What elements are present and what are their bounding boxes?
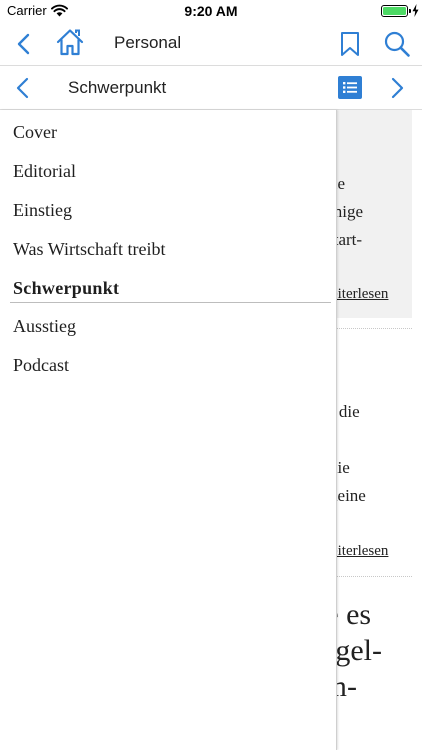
next-section-chevron-icon[interactable] bbox=[386, 76, 410, 100]
toc-item-podcast[interactable]: Podcast bbox=[0, 347, 337, 385]
toc-item-ausstieg[interactable]: Ausstieg bbox=[0, 308, 337, 346]
battery-nub bbox=[409, 9, 411, 13]
toc-item-einstieg[interactable]: Einstieg bbox=[0, 192, 337, 230]
battery-fill bbox=[383, 7, 406, 15]
toc-item-label: Cover bbox=[13, 122, 57, 142]
toc-item-was-wirtschaft-treibt[interactable]: Was Wirtschaft treibt bbox=[0, 231, 337, 269]
table-of-contents-button[interactable] bbox=[338, 76, 362, 99]
toc-item-label: Einstieg bbox=[13, 200, 72, 220]
toc-item-cover[interactable]: Cover bbox=[0, 114, 337, 152]
clock: 9:20 AM bbox=[184, 3, 238, 19]
article-divider bbox=[330, 328, 412, 329]
nav-title: Personal bbox=[114, 33, 182, 52]
back-chevron-icon[interactable] bbox=[12, 31, 38, 57]
section-bar: Schwerpunkt bbox=[0, 67, 422, 110]
home-icon[interactable] bbox=[55, 27, 85, 57]
toc-item-label: Schwerpunkt bbox=[13, 278, 120, 298]
toc-item-label: Podcast bbox=[13, 355, 69, 375]
table-of-contents-drawer: Cover Editorial Einstieg Was Wirtschaft … bbox=[0, 110, 337, 750]
search-icon[interactable] bbox=[383, 30, 411, 58]
toc-item-label: Was Wirtschaft treibt bbox=[13, 239, 166, 259]
list-icon bbox=[343, 82, 357, 93]
previous-section-chevron-icon[interactable] bbox=[12, 76, 36, 100]
navigation-bar: Personal bbox=[0, 22, 422, 66]
status-bar: Carrier 9:20 AM bbox=[0, 0, 422, 22]
toc-item-label: Ausstieg bbox=[13, 316, 76, 336]
active-item-underline bbox=[10, 302, 331, 303]
section-title: Schwerpunkt bbox=[68, 78, 167, 97]
battery-icon bbox=[381, 5, 408, 17]
charging-bolt-icon bbox=[412, 4, 419, 17]
toc-item-label: Editorial bbox=[13, 161, 76, 181]
article-divider bbox=[330, 576, 412, 577]
bookmark-icon[interactable] bbox=[339, 31, 361, 57]
toc-item-editorial[interactable]: Editorial bbox=[0, 153, 337, 191]
